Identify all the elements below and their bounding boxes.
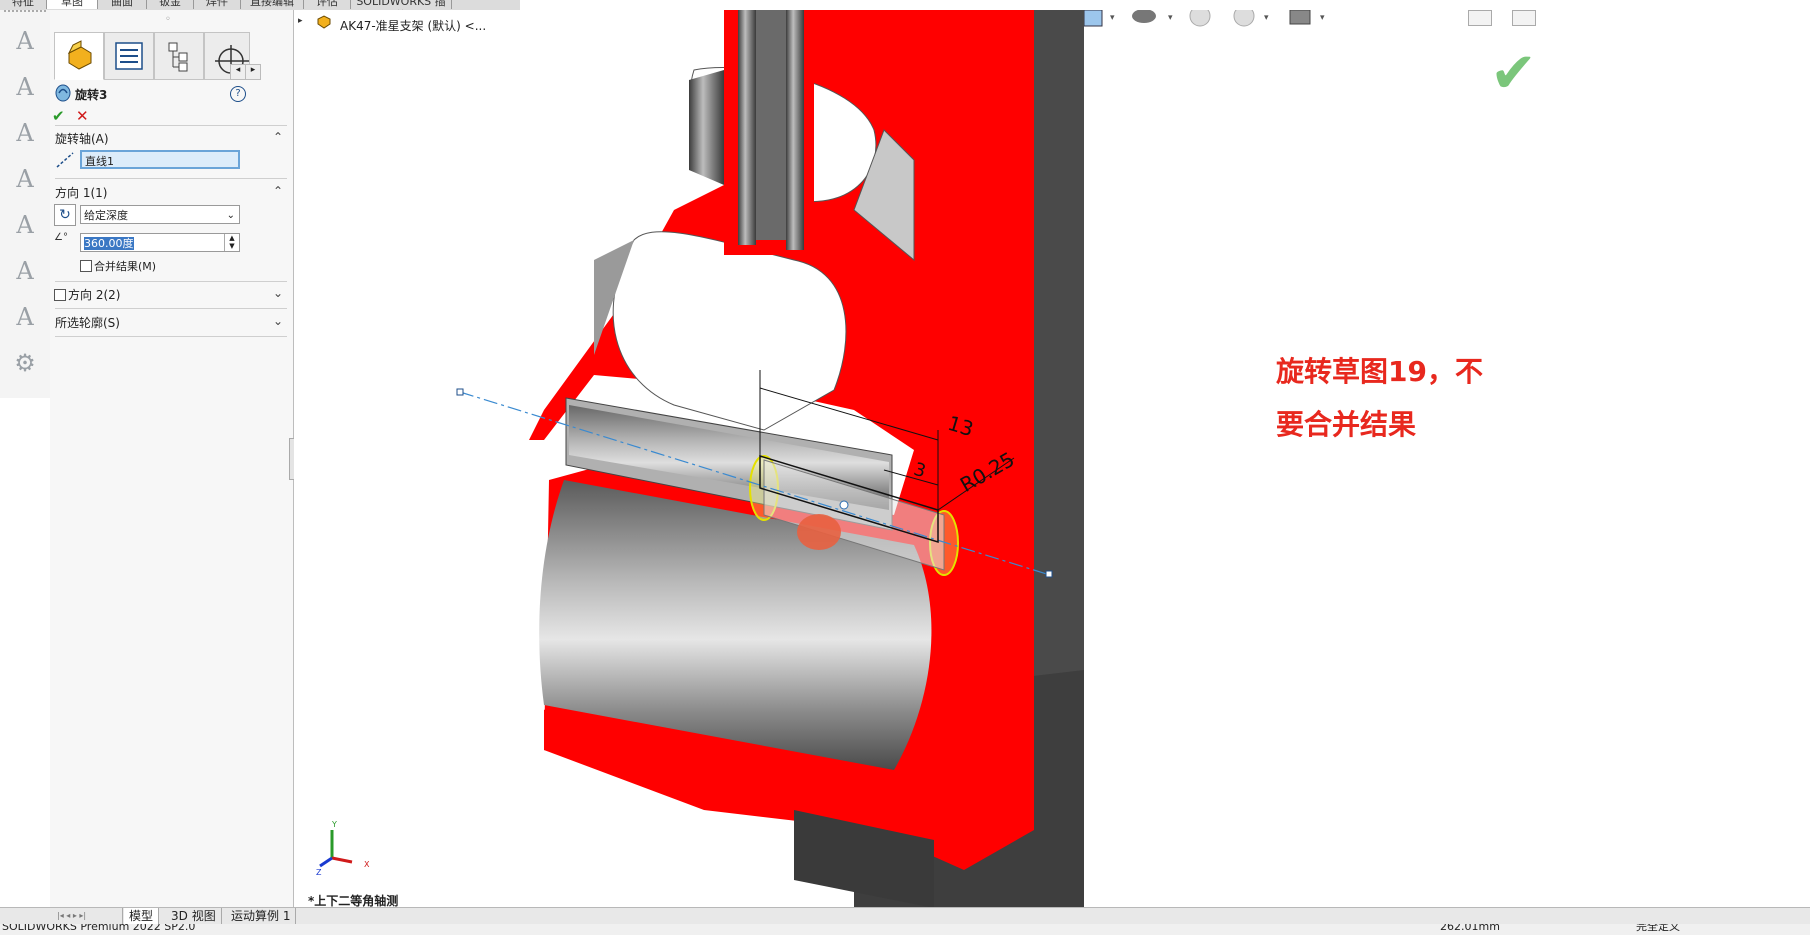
axis-section-header[interactable]: 旋转轴(A) ⌃ <box>55 130 287 150</box>
axis-selection-field[interactable]: 直线1 <box>80 150 240 169</box>
merge-result-label: 合并结果(M) <box>94 260 157 273</box>
merge-result-checkbox[interactable] <box>80 260 92 272</box>
thread-left <box>738 10 756 245</box>
direction2-checkbox[interactable] <box>54 289 66 301</box>
divider <box>55 178 287 179</box>
divider <box>55 336 287 337</box>
bottom-tab-bar: |◂ ◂ ▸ ▸| 模型 3D 视图 运动算例 1 <box>0 907 1810 924</box>
angle-value: 360.00度 <box>84 237 134 250</box>
direction2-label: 方向 2(2) <box>68 288 121 302</box>
help-icon[interactable]: ? <box>230 86 246 102</box>
tab-feature-manager[interactable] <box>54 32 104 80</box>
tab-sheet-metal[interactable]: 钣金 <box>147 0 194 9</box>
tab-direct-editing[interactable]: 直接编辑 <box>241 0 304 9</box>
status-measure: 262.01mm <box>1440 924 1500 933</box>
triad-x-label: X <box>364 860 370 869</box>
triad-z-label: Z <box>316 868 322 877</box>
configuration-manager-icon <box>168 42 188 72</box>
ok-button[interactable]: ✔ <box>52 107 65 125</box>
feature-manager-icon <box>67 40 92 70</box>
divider <box>55 308 287 309</box>
axis-section-label: 旋转轴(A) <box>55 132 109 146</box>
tab-solidworks-addins[interactable]: SOLIDWORKS 插件 <box>351 0 452 10</box>
direction1-section-header[interactable]: 方向 1(1) ⌃ <box>55 184 287 204</box>
revolve-feature-icon <box>55 84 71 102</box>
feature-title: 旋转3 <box>75 88 108 102</box>
chevron-down-icon: ⌄ <box>226 210 235 221</box>
text-tool-icon[interactable]: A <box>8 24 42 58</box>
text-edit-icon[interactable]: A <box>8 70 42 104</box>
tab-scroll-buttons[interactable]: |◂ ◂ ▸ ▸| <box>52 908 123 924</box>
tab-property-manager[interactable] <box>104 32 154 80</box>
manager-tabs: ◂ ▸ <box>54 32 290 80</box>
text-link-icon[interactable]: A <box>8 208 42 242</box>
end-condition-select[interactable]: 给定深度 ⌄ <box>80 205 240 224</box>
tab-surfaces[interactable]: 曲面 <box>98 0 147 9</box>
status-bar: SOLIDWORKS Premium 2022 SP2.0 262.01mm 完… <box>0 924 1810 935</box>
triad-y-label: Y <box>332 820 337 829</box>
chevron-down-icon[interactable]: ⌄ <box>273 286 283 300</box>
tab-features[interactable]: 特征 <box>0 0 47 9</box>
axis-start-handle[interactable] <box>456 388 464 396</box>
strip-grip <box>4 10 46 18</box>
chain-icon[interactable]: ⚙ <box>8 346 42 380</box>
end-condition-value: 给定深度 <box>84 209 128 222</box>
panel-grip-icon[interactable]: ◦ <box>165 14 177 26</box>
property-manager: ◦ ◂ ▸ 旋转3 ? ✔ ✕ 旋转轴(A) ⌃ 直线1 方向 1(1) ⌃ ↻… <box>50 10 297 908</box>
axis-line-icon <box>56 152 74 168</box>
contours-section-header[interactable]: 所选轮廓(S) ⌄ <box>55 314 287 334</box>
angle-input[interactable]: 360.00度 ▲ ▼ <box>80 233 240 252</box>
chevron-up-icon[interactable]: ⌃ <box>273 184 283 198</box>
thread-right <box>786 10 804 250</box>
divider <box>55 281 287 282</box>
annotation-line1: 旋转草图19，不 <box>1276 355 1483 388</box>
sketch-tools-strip: A A A A A A A ⚙ <box>0 10 51 398</box>
annotation-line2: 要合并结果 <box>1276 408 1417 441</box>
graphics-area[interactable]: ▸ AK47-准星支架 (默认) <... A ▾ ▾ ▾ ▾ ▾ ✔ <box>294 10 1810 908</box>
cancel-button[interactable]: ✕ <box>76 107 89 125</box>
contours-label: 所选轮廓(S) <box>55 316 120 330</box>
reverse-direction-icon[interactable]: ↻ <box>54 204 76 226</box>
divider <box>55 125 287 126</box>
chevron-up-icon[interactable]: ⌃ <box>273 130 283 144</box>
text-add-icon[interactable]: A <box>8 162 42 196</box>
direction2-section-header[interactable]: 方向 2(2) ⌄ <box>68 286 287 306</box>
angle-spinner[interactable]: ▲ ▼ <box>224 234 239 251</box>
status-definition: 完全定义 <box>1636 924 1680 933</box>
direction1-label: 方向 1(1) <box>55 186 108 200</box>
text-burst-icon[interactable]: A <box>8 300 42 334</box>
view-orientation-label: *上下二等角轴测 <box>308 894 399 908</box>
text-align-icon[interactable]: A <box>8 116 42 150</box>
model-section-view <box>456 10 1084 908</box>
tab-motion-study[interactable]: 运动算例 1 <box>226 908 297 924</box>
tab-3d-views[interactable]: 3D 视图 <box>166 908 222 924</box>
tab-configuration-manager[interactable] <box>154 32 204 80</box>
chevron-down-icon[interactable]: ⌄ <box>273 314 283 328</box>
tab-weldments[interactable]: 焊件 <box>194 0 241 9</box>
tabs-scroll-right-icon[interactable]: ▸ <box>245 64 261 80</box>
tabs-scroll-left-icon[interactable]: ◂ <box>230 64 246 80</box>
axis-end-handle[interactable] <box>1045 570 1053 578</box>
status-app-name: SOLIDWORKS Premium 2022 SP2.0 <box>2 924 196 933</box>
angle-icon: ∠° <box>54 232 68 243</box>
tab-sketch[interactable]: 草图 <box>47 0 98 9</box>
tab-evaluate[interactable]: 评估 <box>304 0 351 9</box>
tab-model[interactable]: 模型 <box>124 908 160 924</box>
text-stack-icon[interactable]: A <box>8 254 42 288</box>
property-manager-icon <box>115 42 143 70</box>
